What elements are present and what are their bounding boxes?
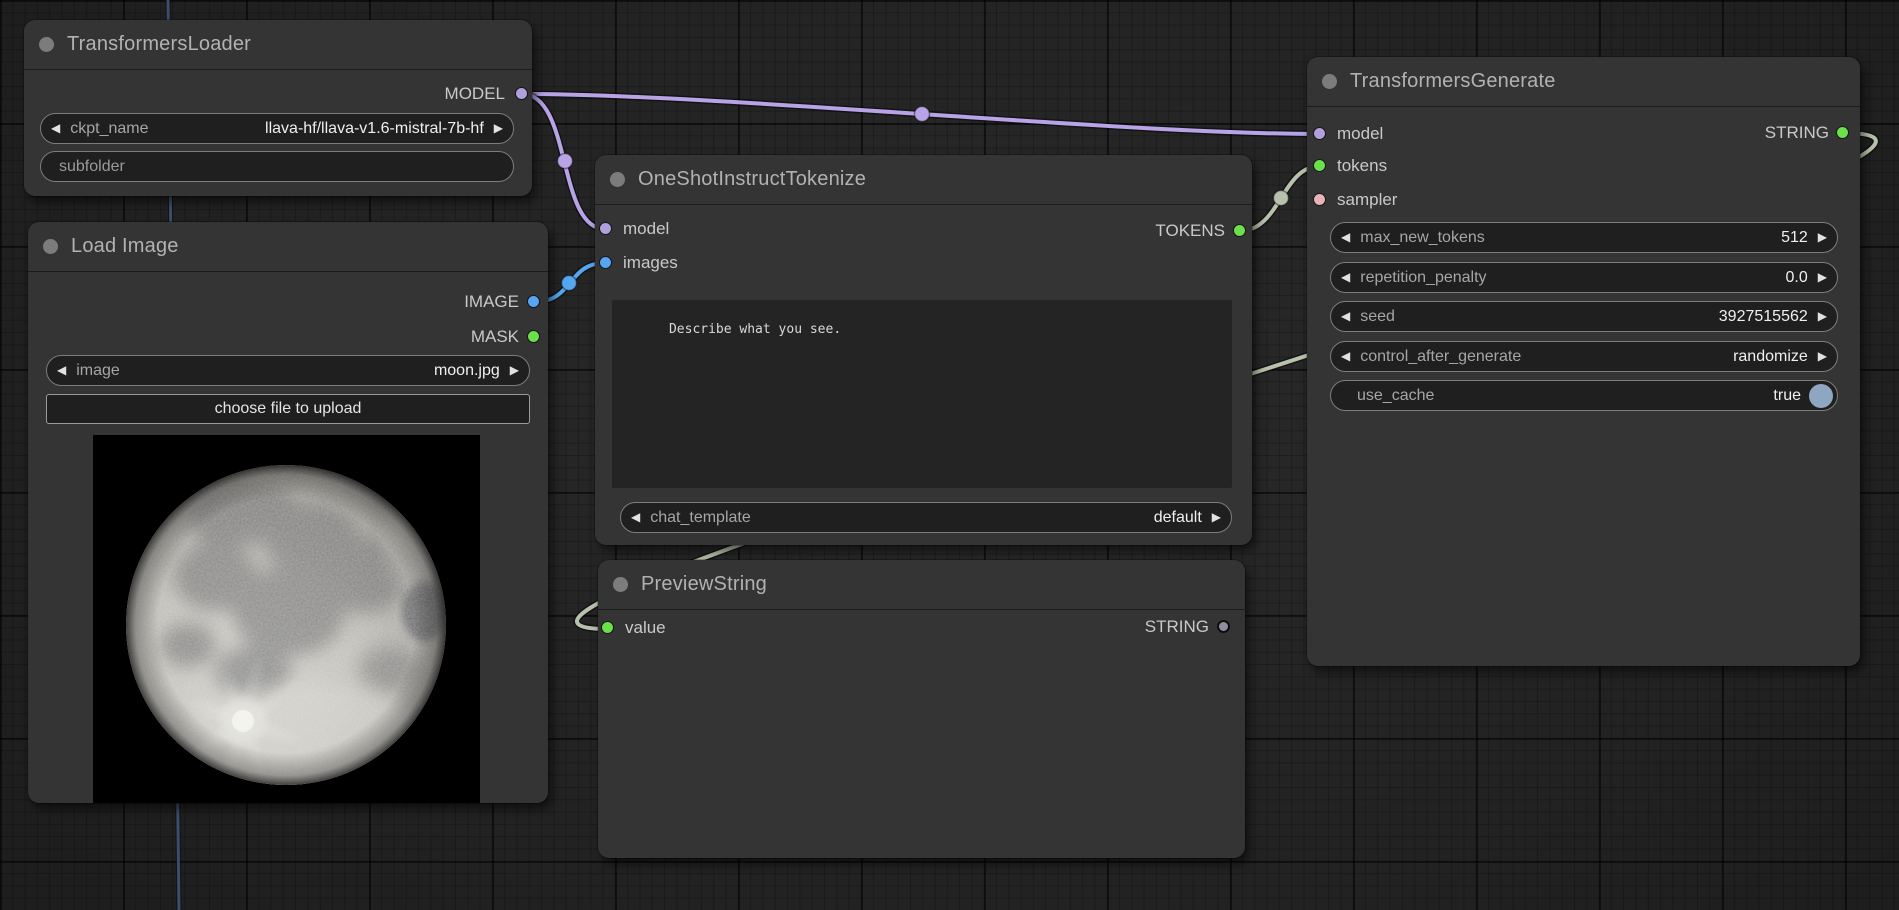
widget-image-select[interactable]: ◀ image moon.jpg ▶ — [46, 355, 530, 386]
output-label-string: STRING — [1145, 617, 1209, 637]
output-port-string[interactable] — [1217, 620, 1230, 633]
node-header: OneShotInstructTokenize — [595, 155, 1252, 205]
link-midpoint-dot[interactable] — [1274, 191, 1289, 206]
link-midpoint-dot[interactable] — [562, 276, 577, 291]
node-transformersloader[interactable]: TransformersLoader MODEL ◀ ckpt_name lla… — [24, 20, 532, 196]
input-port-tokens[interactable] — [1313, 159, 1326, 172]
boolean-toggle-icon[interactable] — [1809, 384, 1833, 408]
widget-name: chat_template — [650, 509, 751, 527]
right-arrow-icon[interactable]: ▶ — [1808, 263, 1837, 292]
node-header: PreviewString — [598, 560, 1245, 610]
widget-name: repetition_penalty — [1360, 269, 1486, 287]
output-port-tokens[interactable] — [1233, 224, 1246, 237]
widget-name: seed — [1360, 308, 1395, 326]
input-port-images[interactable] — [599, 256, 612, 269]
widget-value: 3927515562 — [1707, 308, 1808, 326]
wire-model-to-generate[interactable] — [522, 94, 1320, 134]
widget-value: 512 — [1769, 229, 1808, 247]
wire-model-to-tokenize[interactable] — [522, 94, 605, 229]
link-midpoint-dot[interactable] — [915, 107, 930, 122]
node-header: TransformersGenerate — [1307, 57, 1860, 107]
node-title: TransformersGenerate — [1350, 70, 1556, 93]
node-status-dot[interactable] — [610, 172, 625, 187]
node-transformersgenerate[interactable]: TransformersGenerate model tokens sample… — [1307, 57, 1860, 666]
output-label-string: STRING — [1765, 123, 1829, 143]
node-header: TransformersLoader — [24, 20, 532, 70]
node-status-dot[interactable] — [613, 577, 628, 592]
widget-max-new-tokens[interactable]: ◀ max_new_tokens 512 ▶ — [1330, 222, 1838, 253]
output-port-string[interactable] — [1836, 126, 1849, 139]
left-arrow-icon[interactable]: ◀ — [1331, 302, 1360, 331]
widget-use-cache[interactable]: use_cache true — [1330, 380, 1838, 411]
widget-chat-template[interactable]: ◀ chat_template default ▶ — [620, 502, 1232, 533]
node-status-dot[interactable] — [39, 37, 54, 52]
widget-repetition-penalty[interactable]: ◀ repetition_penalty 0.0 ▶ — [1330, 262, 1838, 293]
left-arrow-icon[interactable]: ◀ — [41, 114, 70, 143]
right-arrow-icon[interactable]: ▶ — [1202, 503, 1231, 532]
input-label-sampler: sampler — [1337, 190, 1397, 210]
output-port-model[interactable] — [515, 87, 528, 100]
widget-subfolder[interactable]: subfolder — [40, 151, 514, 182]
widget-ckpt-name[interactable]: ◀ ckpt_name llava-hf/llava-v1.6-mistral-… — [40, 113, 514, 144]
input-label-model: model — [623, 219, 669, 239]
input-label-images: images — [623, 253, 678, 273]
output-port-image[interactable] — [527, 295, 540, 308]
node-status-dot[interactable] — [1322, 74, 1337, 89]
node-previewstring[interactable]: PreviewString value STRING — [598, 560, 1245, 858]
upload-button[interactable]: choose file to upload — [46, 394, 530, 424]
widget-value: 0.0 — [1774, 269, 1808, 287]
node-title: TransformersLoader — [67, 33, 251, 56]
node-oneshotinstructtokenize[interactable]: OneShotInstructTokenize model images TOK… — [595, 155, 1252, 545]
widget-name: ckpt_name — [70, 120, 148, 138]
right-arrow-icon[interactable]: ▶ — [500, 356, 529, 385]
output-label-model: MODEL — [445, 84, 505, 104]
widget-control-after-generate[interactable]: ◀ control_after_generate randomize ▶ — [1330, 341, 1838, 372]
output-port-mask[interactable] — [527, 330, 540, 343]
widget-name: use_cache — [1331, 387, 1434, 405]
input-port-value[interactable] — [601, 621, 614, 634]
widget-value: default — [1142, 509, 1202, 527]
input-port-model[interactable] — [599, 222, 612, 235]
node-title: Load Image — [71, 235, 179, 258]
prompt-textarea[interactable]: Describe what you see. — [612, 300, 1232, 488]
image-preview-moon — [93, 435, 480, 803]
input-label-model: model — [1337, 124, 1383, 144]
left-arrow-icon[interactable]: ◀ — [1331, 342, 1360, 371]
node-load-image[interactable]: Load Image IMAGE MASK ◀ image moon.jpg ▶… — [28, 222, 548, 803]
widget-name: image — [76, 362, 120, 380]
widget-name: subfolder — [41, 158, 125, 176]
node-header: Load Image — [28, 222, 548, 272]
right-arrow-icon[interactable]: ▶ — [1808, 302, 1837, 331]
node-title: OneShotInstructTokenize — [638, 168, 866, 191]
prompt-text: Describe what you see. — [669, 322, 841, 337]
widget-value: true — [1761, 387, 1801, 405]
widget-name: max_new_tokens — [1360, 229, 1485, 247]
input-port-model[interactable] — [1313, 127, 1326, 140]
upload-button-label: choose file to upload — [215, 400, 362, 418]
moon-image — [93, 435, 480, 803]
left-arrow-icon[interactable]: ◀ — [621, 503, 650, 532]
link-midpoint-dot[interactable] — [558, 154, 573, 169]
widget-name: control_after_generate — [1360, 348, 1521, 366]
widget-seed[interactable]: ◀ seed 3927515562 ▶ — [1330, 301, 1838, 332]
output-label-tokens: TOKENS — [1155, 221, 1225, 241]
right-arrow-icon[interactable]: ▶ — [484, 114, 513, 143]
input-port-sampler[interactable] — [1313, 193, 1326, 206]
node-graph-canvas[interactable]: TransformersLoader MODEL ◀ ckpt_name lla… — [0, 0, 1899, 910]
output-label-mask: MASK — [471, 327, 519, 347]
output-label-image: IMAGE — [464, 292, 519, 312]
left-arrow-icon[interactable]: ◀ — [1331, 263, 1360, 292]
left-arrow-icon[interactable]: ◀ — [47, 356, 76, 385]
widget-value: llava-hf/llava-v1.6-mistral-7b-hf — [253, 120, 484, 138]
node-status-dot[interactable] — [43, 239, 58, 254]
node-title: PreviewString — [641, 573, 767, 596]
input-label-tokens: tokens — [1337, 156, 1387, 176]
left-arrow-icon[interactable]: ◀ — [1331, 223, 1360, 252]
widget-value: randomize — [1721, 348, 1808, 366]
input-label-value: value — [625, 618, 666, 638]
widget-value: moon.jpg — [422, 362, 500, 380]
right-arrow-icon[interactable]: ▶ — [1808, 342, 1837, 371]
right-arrow-icon[interactable]: ▶ — [1808, 223, 1837, 252]
